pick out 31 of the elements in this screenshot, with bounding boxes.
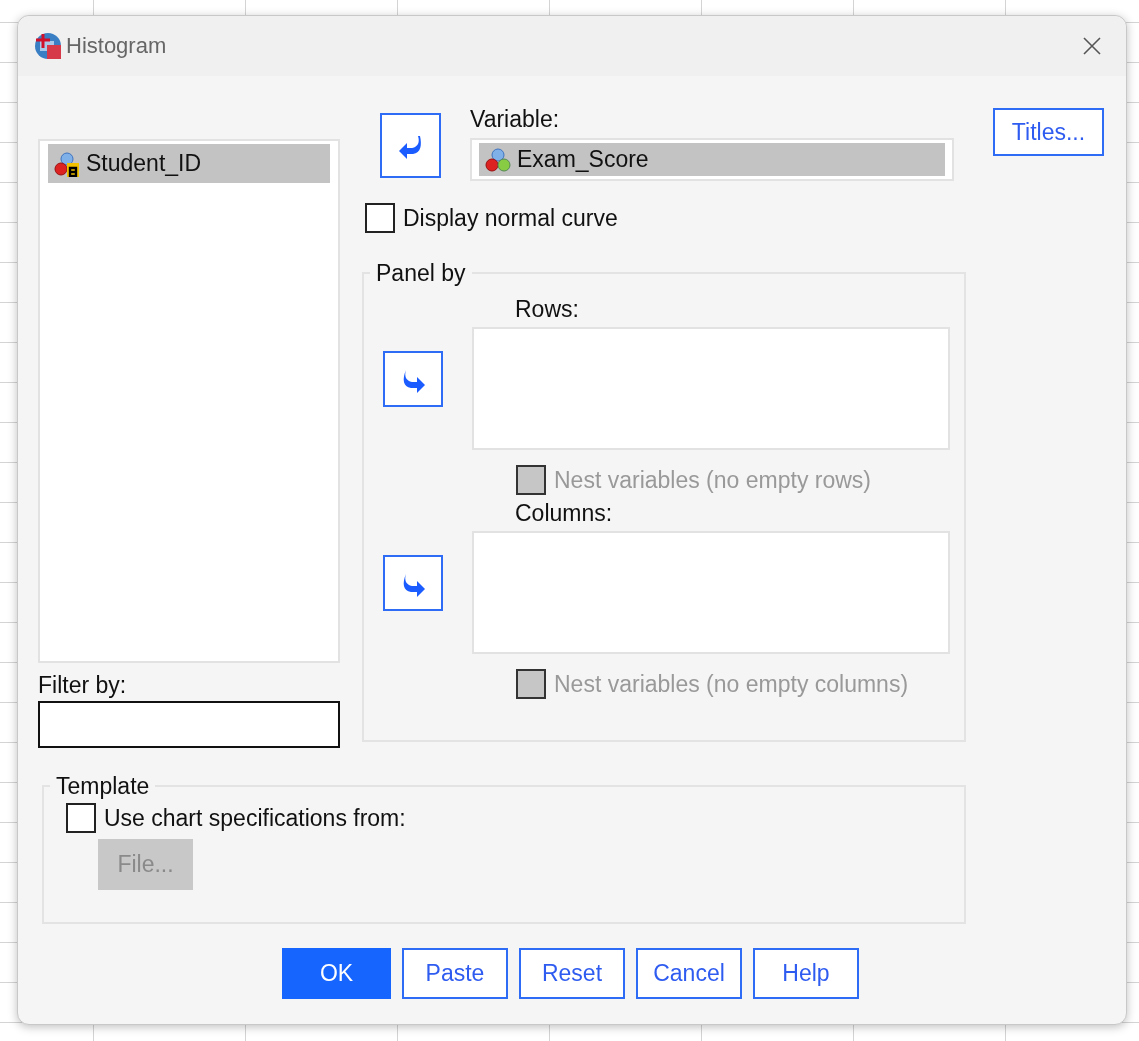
section-label: Rows: — [515, 295, 580, 323]
move-button[interactable] — [383, 351, 443, 407]
close-icon — [1082, 36, 1102, 56]
variable-item[interactable]: Exam_Score — [479, 143, 945, 176]
move-button[interactable] — [383, 555, 443, 611]
group-label: Template — [55, 772, 151, 800]
group-label: Panel by — [375, 259, 467, 287]
dialog-button[interactable]: Reset — [519, 948, 625, 999]
checkbox-label: Use chart specifications from: — [104, 804, 406, 832]
dialog-button[interactable]: OK — [282, 948, 391, 999]
checkbox[interactable] — [365, 203, 395, 233]
checkbox-label: Nest variables (no empty columns) — [554, 670, 909, 698]
move-button[interactable] — [380, 113, 441, 178]
variable-label: Variable: — [470, 105, 560, 133]
variable-list[interactable]: Student_ID — [38, 139, 340, 663]
dialog-button[interactable]: Paste — [402, 948, 508, 999]
variable-item[interactable]: Student_ID — [48, 144, 330, 183]
filter-field[interactable] — [38, 701, 340, 748]
string-variable-icon — [54, 150, 80, 177]
dialog-button[interactable]: Cancel — [636, 948, 742, 999]
filter-label: Filter by: — [38, 671, 127, 699]
dialog-button[interactable]: Help — [753, 948, 859, 999]
window-title: Histogram — [66, 33, 167, 59]
titles-button[interactable]: Titles... — [993, 108, 1104, 156]
checkbox-label: Nest variables (no empty rows) — [554, 466, 871, 494]
section-label: Columns: — [515, 499, 614, 527]
variable-field[interactable]: Exam_Score — [470, 138, 954, 181]
checkbox[interactable] — [66, 803, 96, 833]
variable-icon — [485, 146, 511, 173]
app-icon — [34, 32, 62, 60]
checkbox-label: Display normal curve — [403, 204, 618, 232]
